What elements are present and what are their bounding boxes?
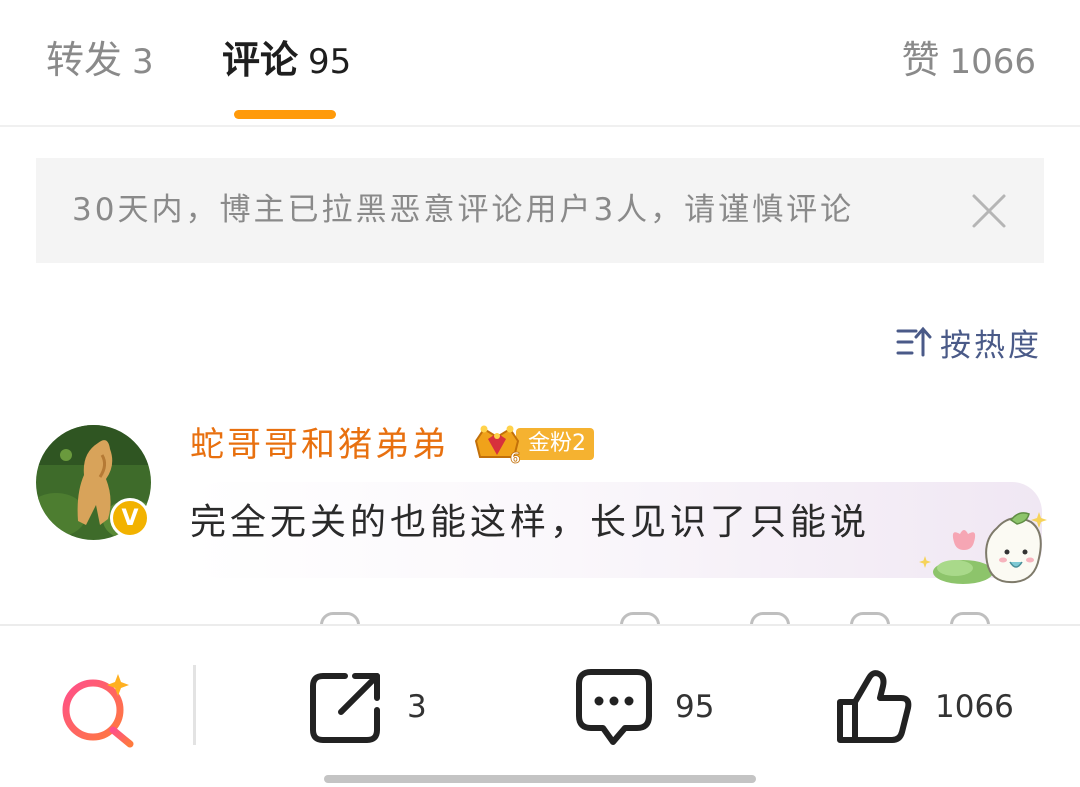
fan-level-number: 6 (510, 449, 520, 465)
tab-reposts-label: 转发 (46, 38, 123, 82)
tab-comments-count: 95 (308, 42, 352, 82)
close-icon[interactable] (970, 192, 1008, 230)
sort-by-hot-button[interactable]: 按热度 (896, 322, 1042, 364)
crown-icon: 6 (474, 425, 521, 465)
share-icon (310, 673, 380, 743)
comment-count: 95 (675, 689, 715, 725)
tab-likes[interactable]: 赞 1066 (901, 36, 1036, 86)
tab-reposts-count: 3 (132, 42, 154, 82)
thumbs-up-icon (837, 670, 912, 743)
like-count: 1066 (935, 689, 1014, 725)
ai-search-icon[interactable] (60, 670, 138, 748)
comment-tabs: 转发 3 评论 95 赞 1066 (0, 0, 1080, 127)
tab-comments-label: 评论 (222, 38, 299, 82)
comment-icon (576, 669, 652, 745)
bubble-sticker-decoration (919, 512, 1047, 584)
tab-reposts[interactable]: 转发 3 (46, 36, 154, 86)
home-indicator (324, 775, 756, 783)
bar-divider (193, 665, 196, 745)
verified-badge-icon: V (110, 498, 150, 538)
share-button[interactable]: 3 (307, 668, 427, 746)
fan-badge-label: 金粉2 (516, 428, 594, 460)
sort-label: 按热度 (940, 327, 1042, 364)
tab-comments[interactable]: 评论 95 (222, 36, 351, 86)
share-count: 3 (407, 689, 427, 725)
fan-level-badge[interactable]: 6 金粉2 (470, 423, 594, 465)
tab-likes-label: 赞 (901, 38, 940, 82)
tab-likes-count: 1066 (949, 42, 1036, 82)
active-tab-indicator (234, 110, 336, 119)
comment-username[interactable]: 蛇哥哥和猪弟弟 (190, 424, 449, 466)
comment-text: 完全无关的也能这样，长见识了只能说 (190, 502, 871, 543)
like-button[interactable]: 1066 (835, 668, 1014, 746)
sort-descending-icon (896, 326, 932, 357)
verified-mark: V (121, 505, 139, 531)
comment-button[interactable]: 95 (575, 668, 714, 746)
blocked-users-notice: 30天内，博主已拉黑恶意评论用户3人，请谨慎评论 (36, 158, 1044, 263)
notice-text: 30天内，博主已拉黑恶意评论用户3人，请谨慎评论 (72, 192, 855, 228)
